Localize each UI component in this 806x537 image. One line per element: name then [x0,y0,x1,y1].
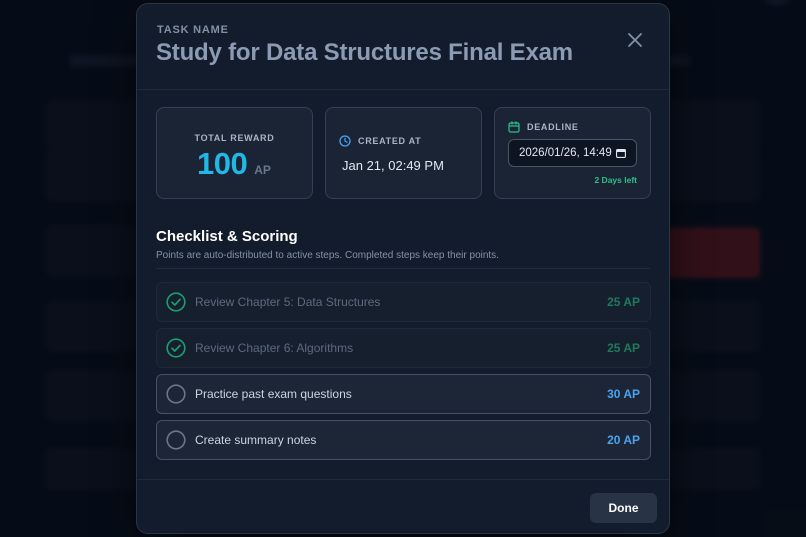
checklist-item-label: Review Chapter 6: Algorithms [195,341,354,355]
deadline-label: DEADLINE [527,122,579,132]
total-reward-row: 100 AP [197,146,271,182]
close-icon [628,33,642,47]
task-name-label: TASK NAME [157,24,229,36]
checklist-item-points: 20 AP [607,433,640,447]
deadline-card: DEADLINE 2026/01/26, 14:49 2 Days left [494,107,651,199]
deadline-datetime-input[interactable]: 2026/01/26, 14:49 [508,139,637,167]
total-reward-unit: AP [254,163,271,177]
days-left-text: 2 Days left [594,175,637,185]
deadline-header: DEADLINE [508,121,579,133]
empty-circle-icon[interactable] [166,430,186,450]
total-reward-card: TOTAL REWARD 100 AP [156,107,313,199]
check-circle-icon[interactable] [166,292,186,312]
checklist-item-label: Review Chapter 5: Data Structures [195,295,381,309]
created-at-card: CREATED AT Jan 21, 02:49 PM [325,107,482,199]
modal-header: TASK NAME Study for Data Structures Fina… [137,4,669,90]
total-reward-label: TOTAL REWARD [194,133,275,143]
created-at-header: CREATED AT [339,135,421,147]
clock-icon [339,135,351,147]
checklist-item-points: 30 AP [607,387,640,401]
checklist-item[interactable]: Review Chapter 6: Algorithms 25 AP [156,328,651,368]
checklist-title: Checklist & Scoring [156,228,298,245]
checklist-item-points: 25 AP [607,295,640,309]
created-at-label: CREATED AT [358,136,422,146]
task-title: Study for Data Structures Final Exam [156,39,573,66]
empty-circle-icon[interactable] [166,384,186,404]
calendar-picker-icon[interactable] [616,149,626,158]
close-button[interactable] [626,31,644,49]
checklist-item[interactable]: Practice past exam questions 30 AP [156,374,651,414]
checklist-subtitle: Points are auto-distributed to active st… [156,250,499,261]
checklist-item-label: Create summary notes [195,433,317,447]
calendar-icon [508,121,520,133]
checklist-item-points: 25 AP [607,341,640,355]
checklist-item[interactable]: Review Chapter 5: Data Structures 25 AP [156,282,651,322]
deadline-value: 2026/01/26, 14:49 [519,147,612,159]
done-button[interactable]: Done [590,493,657,523]
total-reward-value: 100 [197,146,248,181]
checklist-item[interactable]: Create summary notes 20 AP [156,420,651,460]
section-divider [156,268,650,269]
modal-footer: Done [137,479,669,533]
checklist-item-label: Practice past exam questions [195,387,352,401]
created-at-value: Jan 21, 02:49 PM [342,158,444,173]
task-detail-modal: TASK NAME Study for Data Structures Fina… [136,3,670,534]
check-circle-icon[interactable] [166,338,186,358]
